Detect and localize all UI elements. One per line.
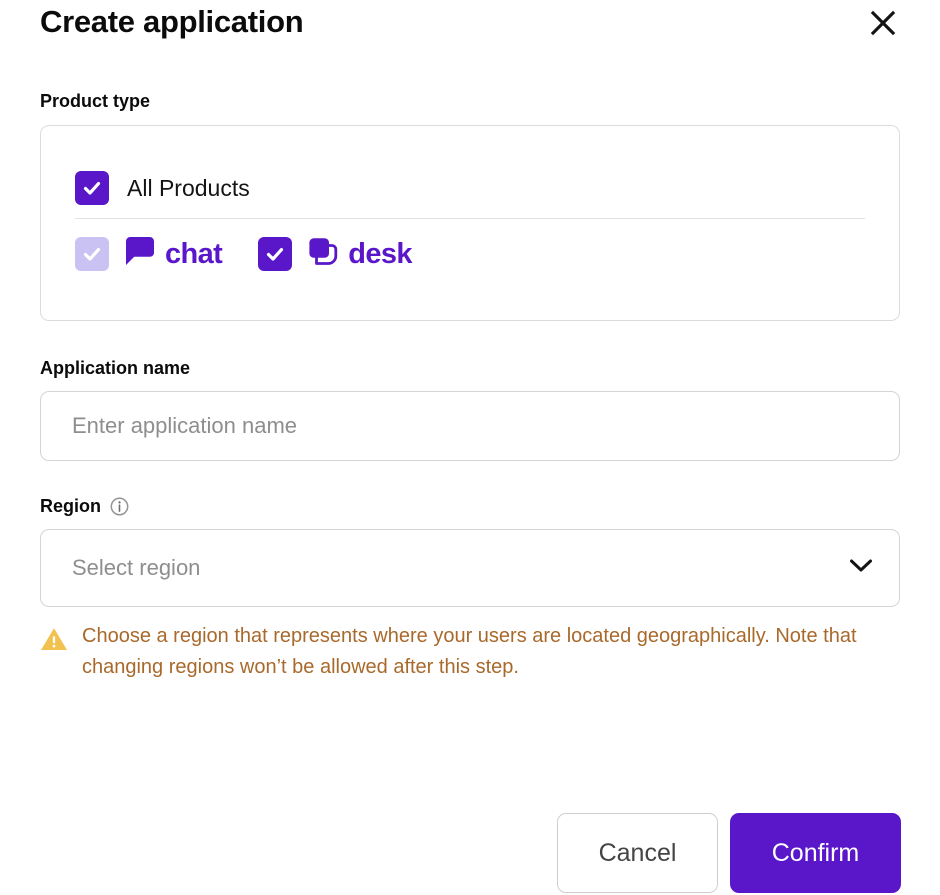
chat-checkbox[interactable] xyxy=(75,236,109,271)
confirm-button[interactable]: Confirm xyxy=(730,813,901,893)
dialog-footer: Cancel Confirm xyxy=(40,813,901,893)
region-warning: Choose a region that represents where yo… xyxy=(40,621,900,683)
cancel-button[interactable]: Cancel xyxy=(557,813,718,893)
product-option-chat[interactable]: chat xyxy=(75,234,223,273)
product-type-label: Product type xyxy=(40,91,151,111)
region-select-wrap: Select region xyxy=(40,529,900,607)
chat-bubble-icon xyxy=(123,234,157,273)
info-circle-icon[interactable] xyxy=(110,497,129,516)
region-label-row: Region xyxy=(40,495,900,517)
desk-brand-lockup: desk xyxy=(306,234,413,273)
application-name-input[interactable] xyxy=(40,391,900,461)
create-application-dialog: Create application Product type All Prod… xyxy=(0,0,940,895)
chat-brand-label: chat xyxy=(165,237,223,270)
region-select-value: Select region xyxy=(72,555,201,580)
region-section: Region Select region Choose a region tha… xyxy=(40,495,900,683)
desk-squares-icon xyxy=(306,234,340,273)
region-select[interactable]: Select region xyxy=(40,529,900,607)
close-icon xyxy=(870,10,896,36)
application-name-section: Application name xyxy=(40,357,900,461)
product-options-row: chat desk xyxy=(75,219,865,289)
all-products-label: All Products xyxy=(127,174,250,201)
region-label: Region xyxy=(40,496,101,516)
all-products-row[interactable]: All Products xyxy=(75,158,865,218)
product-type-card: All Products chat desk xyxy=(40,125,900,321)
application-name-label: Application name xyxy=(40,358,191,378)
all-products-checkbox[interactable] xyxy=(75,170,109,205)
warning-triangle-icon xyxy=(40,626,68,683)
close-button[interactable] xyxy=(866,6,900,40)
desk-brand-label: desk xyxy=(348,237,412,270)
page-title: Create application xyxy=(40,4,304,39)
desk-checkbox[interactable] xyxy=(258,236,293,271)
chat-brand-lockup: chat xyxy=(123,234,223,273)
product-type-section: Product type All Products chat desk xyxy=(40,90,900,321)
product-option-desk[interactable]: desk xyxy=(258,234,413,273)
region-warning-text: Choose a region that represents where yo… xyxy=(82,625,857,678)
dialog-header: Create application xyxy=(40,0,900,62)
